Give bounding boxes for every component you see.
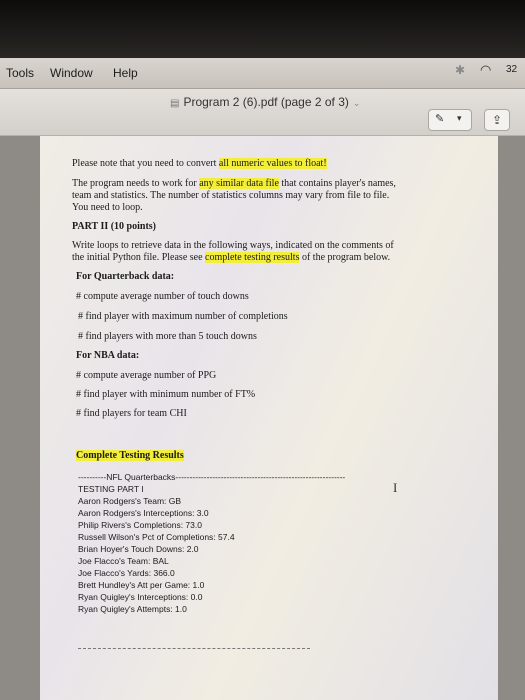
results-line: Brian Hoyer's Touch Downs: 2.0 — [78, 544, 199, 554]
results-line: Brett Hundley's Att per Game: 1.0 — [78, 580, 205, 590]
convert-note: Please note that you need to convert all… — [72, 158, 327, 170]
qb-item: # find player with maximum number of com… — [78, 311, 288, 322]
para2-text: of the program below. — [299, 252, 391, 263]
share-button[interactable]: ⇪ — [484, 109, 510, 131]
results-line: Joe Flacco's Team: BAL — [78, 556, 169, 566]
para1-text: The program needs to work for — [72, 178, 200, 189]
results-line: Joe Flacco's Yards: 366.0 — [78, 568, 175, 578]
window-title[interactable]: ▤ Program 2 (6).pdf (page 2 of 3) ⌄ — [170, 95, 360, 109]
text-cursor-icon: Ι — [393, 480, 398, 495]
results-line: Aaron Rodgers's Team: GB — [78, 496, 182, 506]
bluetooth-icon[interactable]: ✱ — [455, 63, 465, 77]
chevron-down-icon[interactable]: ⌄ — [353, 98, 361, 108]
qb-item: # find players with more than 5 touch do… — [78, 331, 257, 342]
share-icon: ⇪ — [491, 113, 503, 127]
menu-help[interactable]: Help — [113, 66, 138, 80]
qb-heading: For Quarterback data: — [76, 271, 175, 282]
para1-line3: You need to loop. — [72, 202, 143, 213]
menu-tools[interactable]: Tools — [6, 66, 34, 80]
pen-icon: ✎ — [435, 113, 445, 125]
nba-item: # find player with minimum number of FT% — [76, 389, 256, 400]
chevron-down-icon: ▾ — [457, 113, 462, 123]
screen-bezel — [0, 0, 525, 58]
preview-toolbar: ▤ Program 2 (6).pdf (page 2 of 3) ⌄ ✎ ▾ ⇪ — [0, 89, 525, 136]
nba-item: # compute average number of PPG — [76, 370, 217, 381]
results-line: TESTING PART I — [78, 484, 144, 494]
para1-line1: The program needs to work for any simila… — [72, 178, 396, 190]
battery-indicator[interactable]: 32 — [506, 64, 517, 75]
results-heading: Complete Testing Results — [76, 450, 184, 462]
para2-text: the initial Python file. Please see — [72, 252, 206, 263]
para2-highlight: complete testing results — [205, 252, 300, 263]
results-divider — [78, 648, 310, 649]
para1-text: that contains player's names, — [278, 178, 396, 189]
results-line: Philip Rivers's Completions: 73.0 — [78, 520, 202, 530]
results-line: Russell Wilson's Pct of Completions: 57.… — [78, 532, 235, 542]
para1-highlight: any similar data file — [199, 178, 279, 189]
note-highlight: all numeric values to float! — [218, 158, 327, 169]
results-line: ----------NFL Quarterbacks--------------… — [78, 472, 346, 482]
menu-window[interactable]: Window — [50, 66, 93, 80]
note-text: Please note that you need to convert — [72, 158, 219, 169]
menu-bar: Tools Window Help ✱ ◠ 32 — [0, 58, 525, 89]
para1-line2: team and statistics. The number of stati… — [72, 190, 390, 201]
results-line: Ryan Quigley's Attempts: 1.0 — [78, 604, 187, 614]
pdf-file-icon: ▤ — [170, 98, 180, 109]
nba-heading: For NBA data: — [76, 350, 140, 361]
qb-item: # compute average number of touch downs — [76, 291, 249, 302]
wifi-icon[interactable]: ◠ — [480, 62, 491, 78]
para2-line2: the initial Python file. Please see comp… — [72, 252, 390, 264]
results-line: Aaron Rodgers's Interceptions: 3.0 — [78, 508, 209, 518]
markup-button[interactable]: ✎ ▾ — [428, 109, 472, 131]
document-title: Program 2 (6).pdf (page 2 of 3) — [183, 95, 349, 109]
results-line: Ryan Quigley's Interceptions: 0.0 — [78, 592, 203, 602]
pdf-page[interactable]: Please note that you need to convert all… — [40, 136, 498, 700]
part-heading: PART II (10 points) — [72, 221, 157, 232]
results-heading-highlight: Complete Testing Results — [76, 450, 184, 461]
nba-item: # find players for team CHI — [76, 408, 187, 419]
para2-line1: Write loops to retrieve data in the foll… — [72, 240, 394, 251]
